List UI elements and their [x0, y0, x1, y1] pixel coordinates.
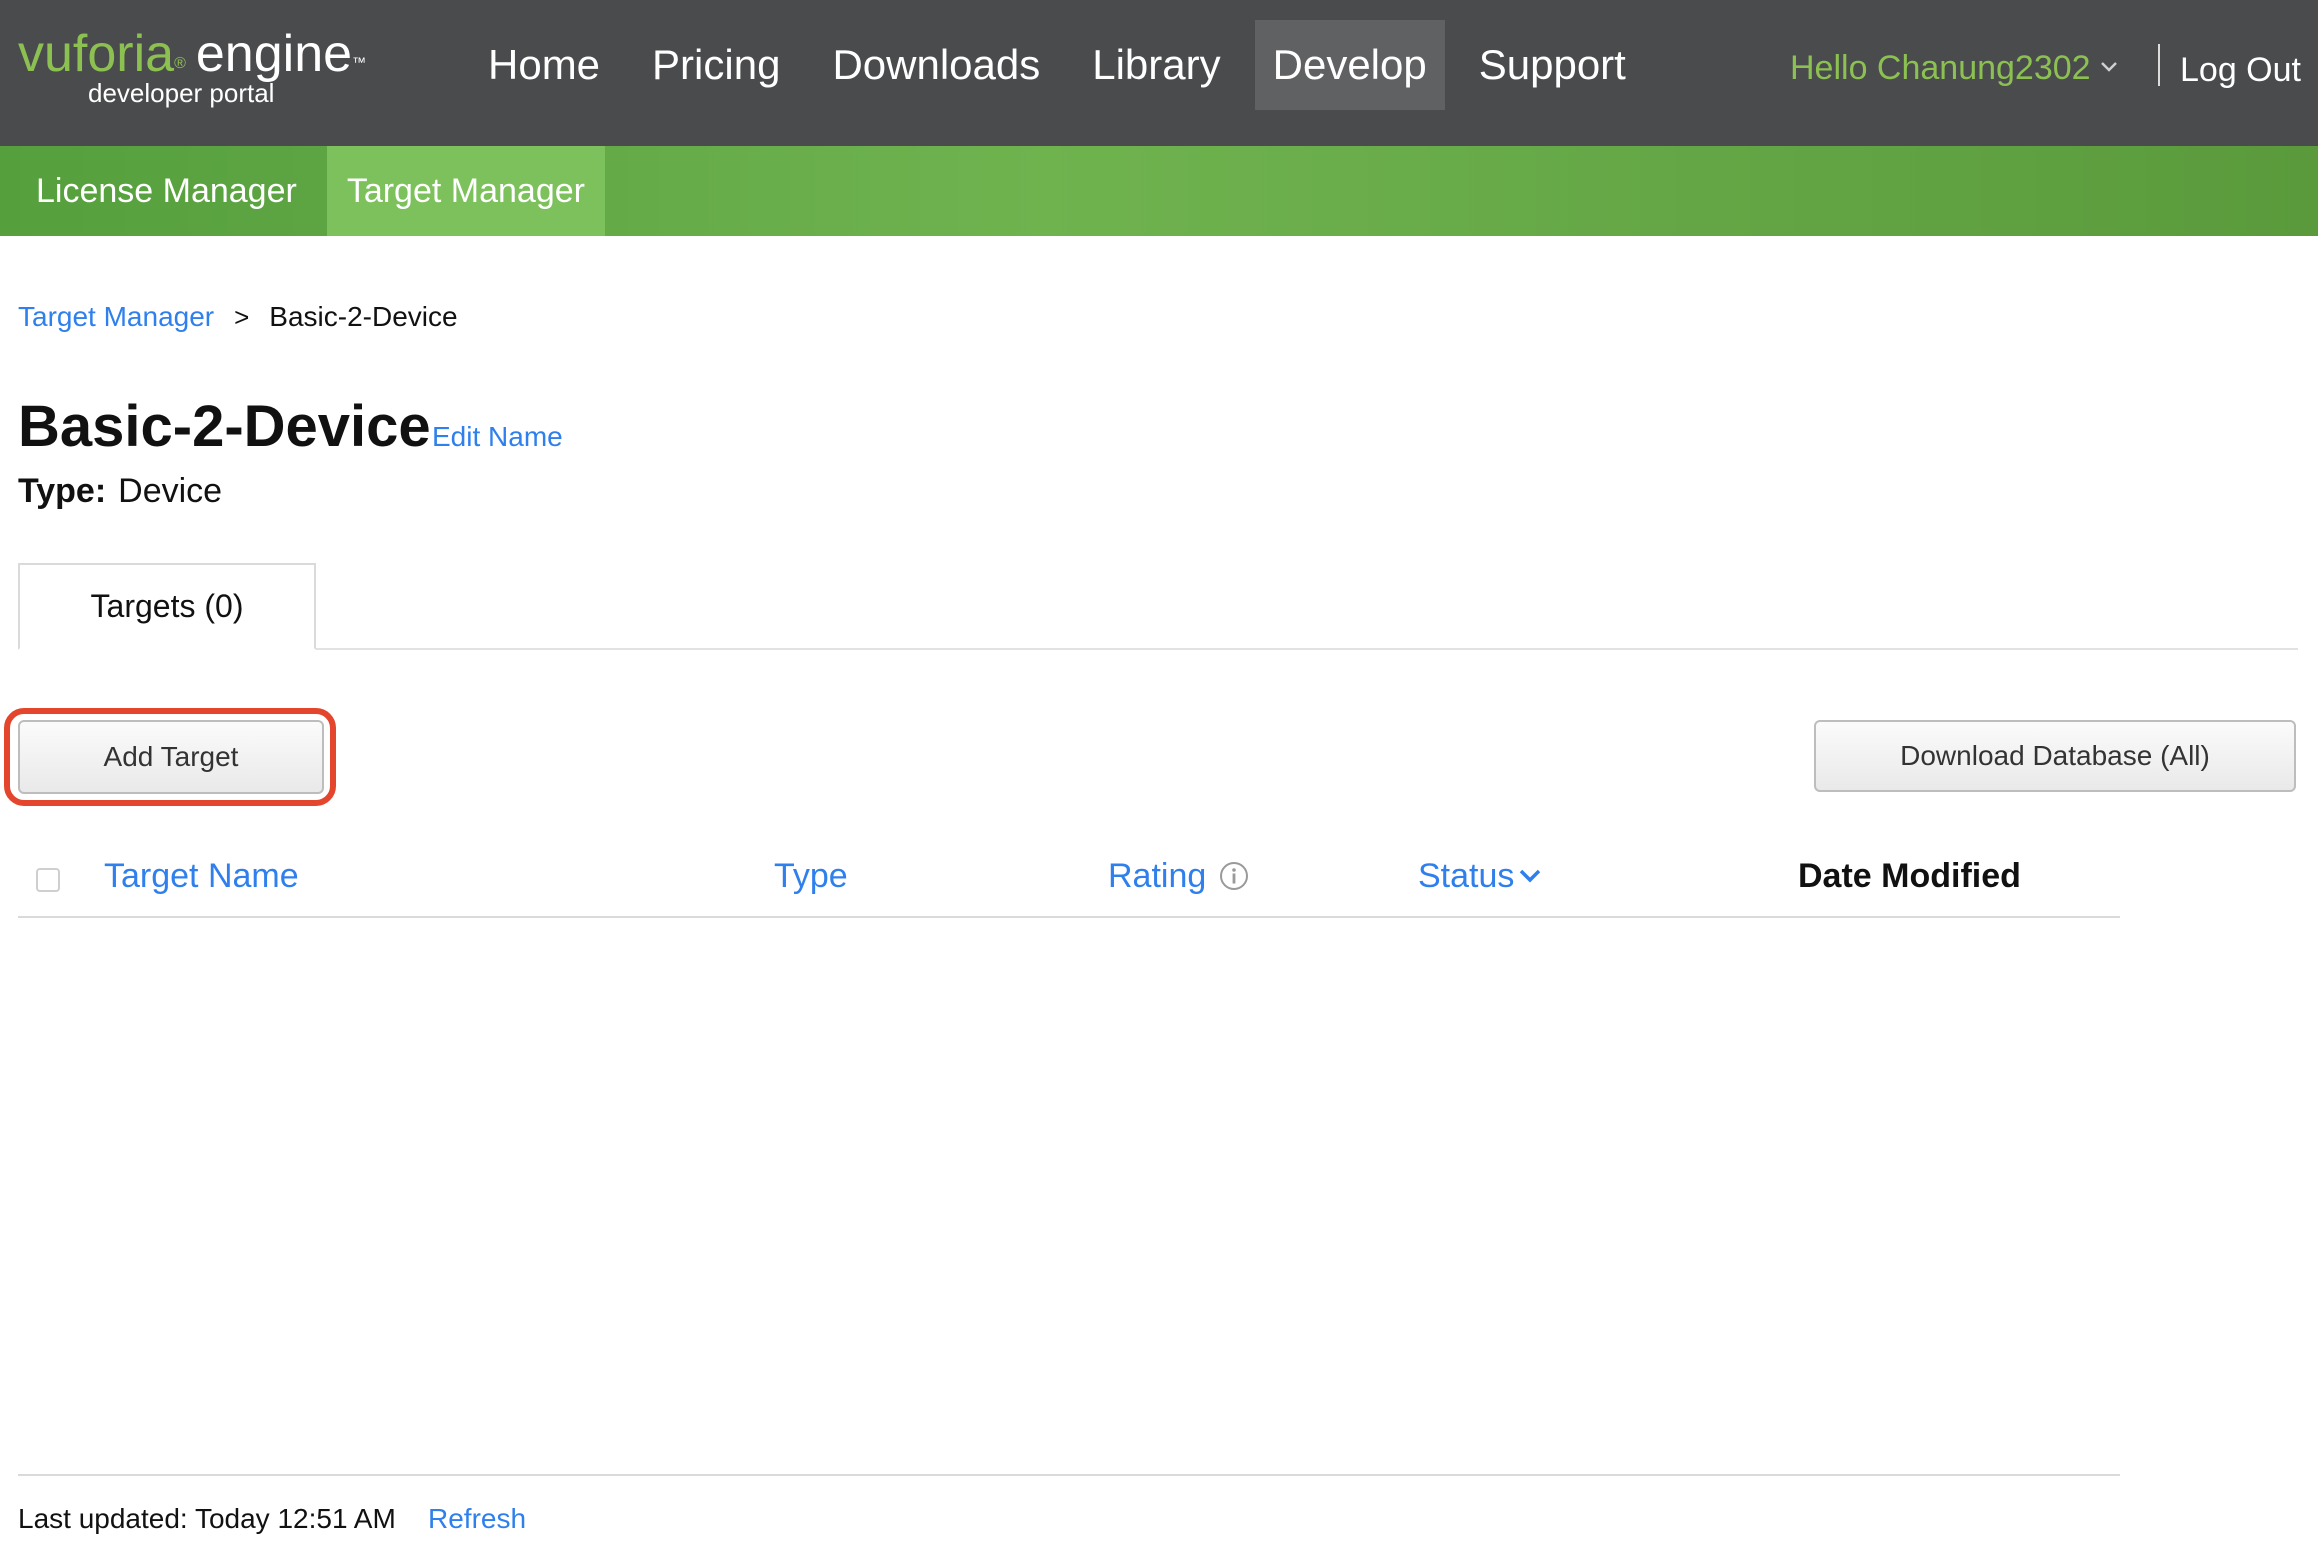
- nav-item-downloads[interactable]: Downloads: [814, 20, 1058, 110]
- subnav-item-license-manager[interactable]: License Manager: [16, 146, 317, 236]
- edit-name-link[interactable]: Edit Name: [432, 420, 563, 454]
- last-updated-text: Last updated: Today 12:51 AM: [18, 1503, 396, 1534]
- database-type: Type: Device: [18, 470, 222, 512]
- main-navigation: Home Pricing Downloads Library Develop S…: [470, 20, 1660, 110]
- refresh-link[interactable]: Refresh: [428, 1502, 526, 1536]
- breadcrumb: Target Manager > Basic-2-Device: [18, 300, 458, 334]
- page-title: Basic-2-Device: [18, 394, 431, 459]
- add-target-button[interactable]: Add Target: [18, 720, 324, 794]
- type-value: Device: [118, 472, 223, 510]
- vuforia-engine-logo[interactable]: vuforia® engine™ developer portal: [18, 26, 366, 114]
- breadcrumb-link-target-manager[interactable]: Target Manager: [18, 300, 214, 334]
- targets-table-header: Target Name Type Rating Status Date Modi…: [18, 846, 2120, 918]
- column-header-type[interactable]: Type: [774, 856, 848, 896]
- nav-item-home[interactable]: Home: [470, 20, 618, 110]
- user-menu-divider: [2158, 44, 2160, 86]
- logo-product: engine: [195, 25, 353, 83]
- select-all-checkbox[interactable]: [36, 868, 60, 892]
- tab-divider: [18, 648, 2298, 650]
- chevron-down-icon[interactable]: [2100, 58, 2118, 76]
- column-header-rating[interactable]: Rating: [1108, 856, 1206, 896]
- subnav-item-target-manager[interactable]: Target Manager: [326, 146, 605, 236]
- logout-link[interactable]: Log Out: [2180, 40, 2301, 100]
- sub-navigation-bar: License Manager Target Manager: [0, 146, 2318, 236]
- breadcrumb-separator: >: [234, 302, 250, 332]
- nav-item-develop[interactable]: Develop: [1254, 20, 1445, 110]
- logo-trademark: ™: [352, 54, 367, 70]
- info-icon[interactable]: [1218, 860, 1250, 892]
- logo-wordmark: vuforia® engine™: [18, 26, 366, 82]
- user-greeting-menu[interactable]: Hello Chanung2302: [1790, 40, 2091, 96]
- nav-item-support[interactable]: Support: [1461, 20, 1644, 110]
- footer-divider: [18, 1474, 2120, 1476]
- nav-item-pricing[interactable]: Pricing: [634, 20, 798, 110]
- breadcrumb-current: Basic-2-Device: [269, 301, 458, 332]
- type-label: Type:: [18, 472, 107, 510]
- column-header-status[interactable]: Status: [1418, 856, 1514, 896]
- tab-targets[interactable]: Targets (0): [18, 563, 316, 650]
- logo-brand: vuforia: [18, 25, 175, 83]
- nav-item-library[interactable]: Library: [1074, 20, 1238, 110]
- top-navigation-bar: vuforia® engine™ developer portal Home Pr…: [0, 0, 2318, 146]
- download-database-button[interactable]: Download Database (All): [1814, 720, 2296, 792]
- column-header-date-modified: Date Modified: [1798, 857, 2021, 895]
- column-header-target-name[interactable]: Target Name: [104, 856, 299, 896]
- logo-subtitle: developer portal: [88, 78, 275, 108]
- logo-registered-mark: ®: [174, 55, 186, 72]
- chevron-down-icon[interactable]: [1518, 868, 1542, 884]
